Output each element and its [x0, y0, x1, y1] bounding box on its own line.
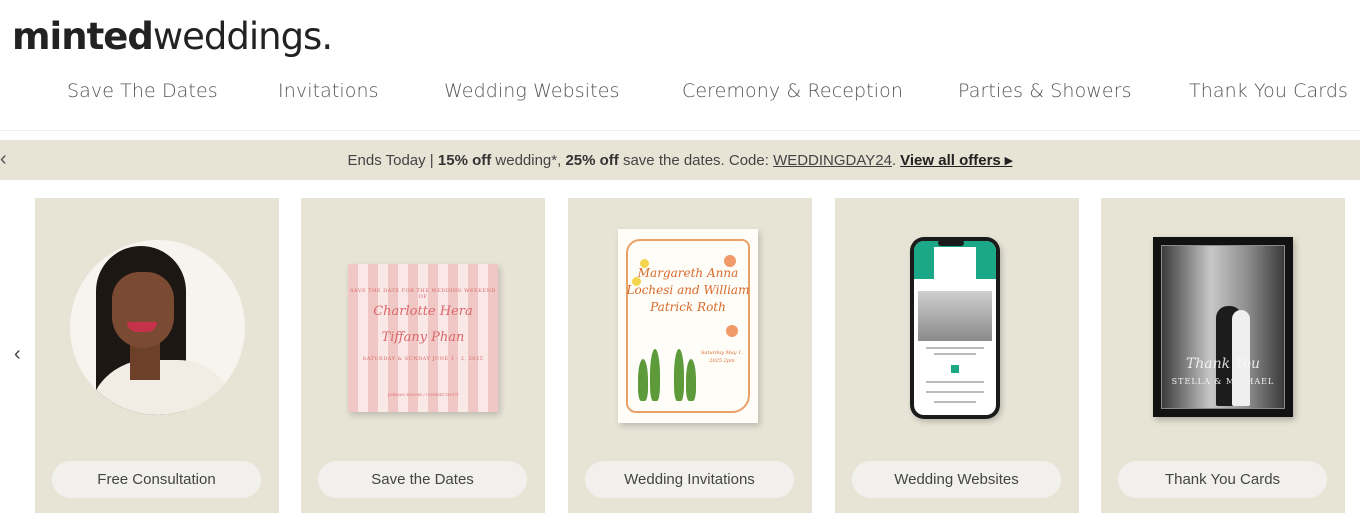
thank-you-names: STELLA & MICHAEL [1171, 377, 1275, 386]
invitation-detail: Saturday May 1, 2025 2pm [701, 350, 743, 364]
wedding-websites-button[interactable]: Wedding Websites [852, 461, 1061, 498]
promo-banner: ‹ Ends Today | 15% off wedding*, 25% off… [0, 140, 1360, 180]
invitation-names: Margareth Anna Lochesi and William Patri… [626, 266, 750, 314]
promo-dot: . [891, 151, 897, 169]
nav-invitations[interactable]: Invitations [278, 80, 379, 102]
minted-weddings-logo[interactable]: mintedweddings. [12, 15, 333, 58]
nav-ceremony-reception[interactable]: Ceremony & Reception [682, 80, 903, 102]
nav-wedding-websites[interactable]: Wedding Websites [444, 80, 620, 102]
std-name-2: Tiffany Phan [381, 330, 465, 345]
consultant-photo [70, 240, 245, 415]
card-wedding-websites[interactable]: Wedding Websites [835, 198, 1079, 513]
card-save-the-dates[interactable]: SAVE THE DATE FOR THE WEDDING WEEKEND OF… [301, 198, 545, 513]
view-all-offers-link[interactable]: View all offers ▸ [900, 151, 1012, 169]
thank-you-script: Thank You [1185, 356, 1261, 372]
std-date: SATURDAY & SUNDAY JUNE 1 - 2, 2025 [362, 356, 484, 362]
thank-you-cards-button[interactable]: Thank You Cards [1118, 461, 1327, 498]
promo-code[interactable]: WEDDINGDAY24 [773, 152, 892, 169]
promo-discount-wedding: 15% off [437, 151, 492, 169]
promo-mid2: save the dates. Code: [618, 151, 774, 169]
promo-chevron-left-icon[interactable]: ‹ [0, 148, 7, 171]
logo-weddings: weddings. [152, 15, 333, 58]
promo-prefix: Ends Today | [347, 151, 438, 169]
header-divider [0, 130, 1360, 131]
save-the-dates-button[interactable]: Save the Dates [318, 461, 527, 498]
thank-you-card-image: Thank You STELLA & MICHAEL [1153, 237, 1293, 417]
wedding-invitations-button[interactable]: Wedding Invitations [585, 461, 794, 498]
card-wedding-invitations[interactable]: Margareth Anna Lochesi and William Patri… [568, 198, 812, 513]
std-heading: SAVE THE DATE FOR THE WEDDING WEEKEND OF [350, 288, 496, 300]
card-thank-you-cards[interactable]: Thank You STELLA & MICHAEL Thank You Car… [1101, 198, 1345, 513]
carousel-chevron-left-icon[interactable]: ‹ [14, 343, 21, 366]
std-location: JORDAN HOUSE / CONNECTICUT [387, 392, 459, 397]
save-the-date-card-image: SAVE THE DATE FOR THE WEDDING WEEKEND OF… [348, 264, 498, 412]
invitation-card-image: Margareth Anna Lochesi and William Patri… [618, 229, 758, 423]
free-consultation-button[interactable]: Free Consultation [52, 461, 261, 498]
promo-discount-std: 25% off [565, 151, 619, 169]
phone-website-preview [910, 237, 1000, 419]
nav-thank-you-cards[interactable]: Thank You Cards [1189, 80, 1348, 102]
main-nav: Save The Dates Invitations Wedding Websi… [0, 80, 1360, 106]
std-name-1: Charlotte Hera [373, 304, 473, 319]
card-free-consultation[interactable]: Free Consultation [35, 198, 279, 513]
promo-mid1: wedding*, [491, 151, 566, 169]
nav-save-the-dates[interactable]: Save The Dates [67, 80, 218, 102]
logo-minted: minted [12, 15, 154, 58]
nav-parties-showers[interactable]: Parties & Showers [958, 80, 1132, 102]
